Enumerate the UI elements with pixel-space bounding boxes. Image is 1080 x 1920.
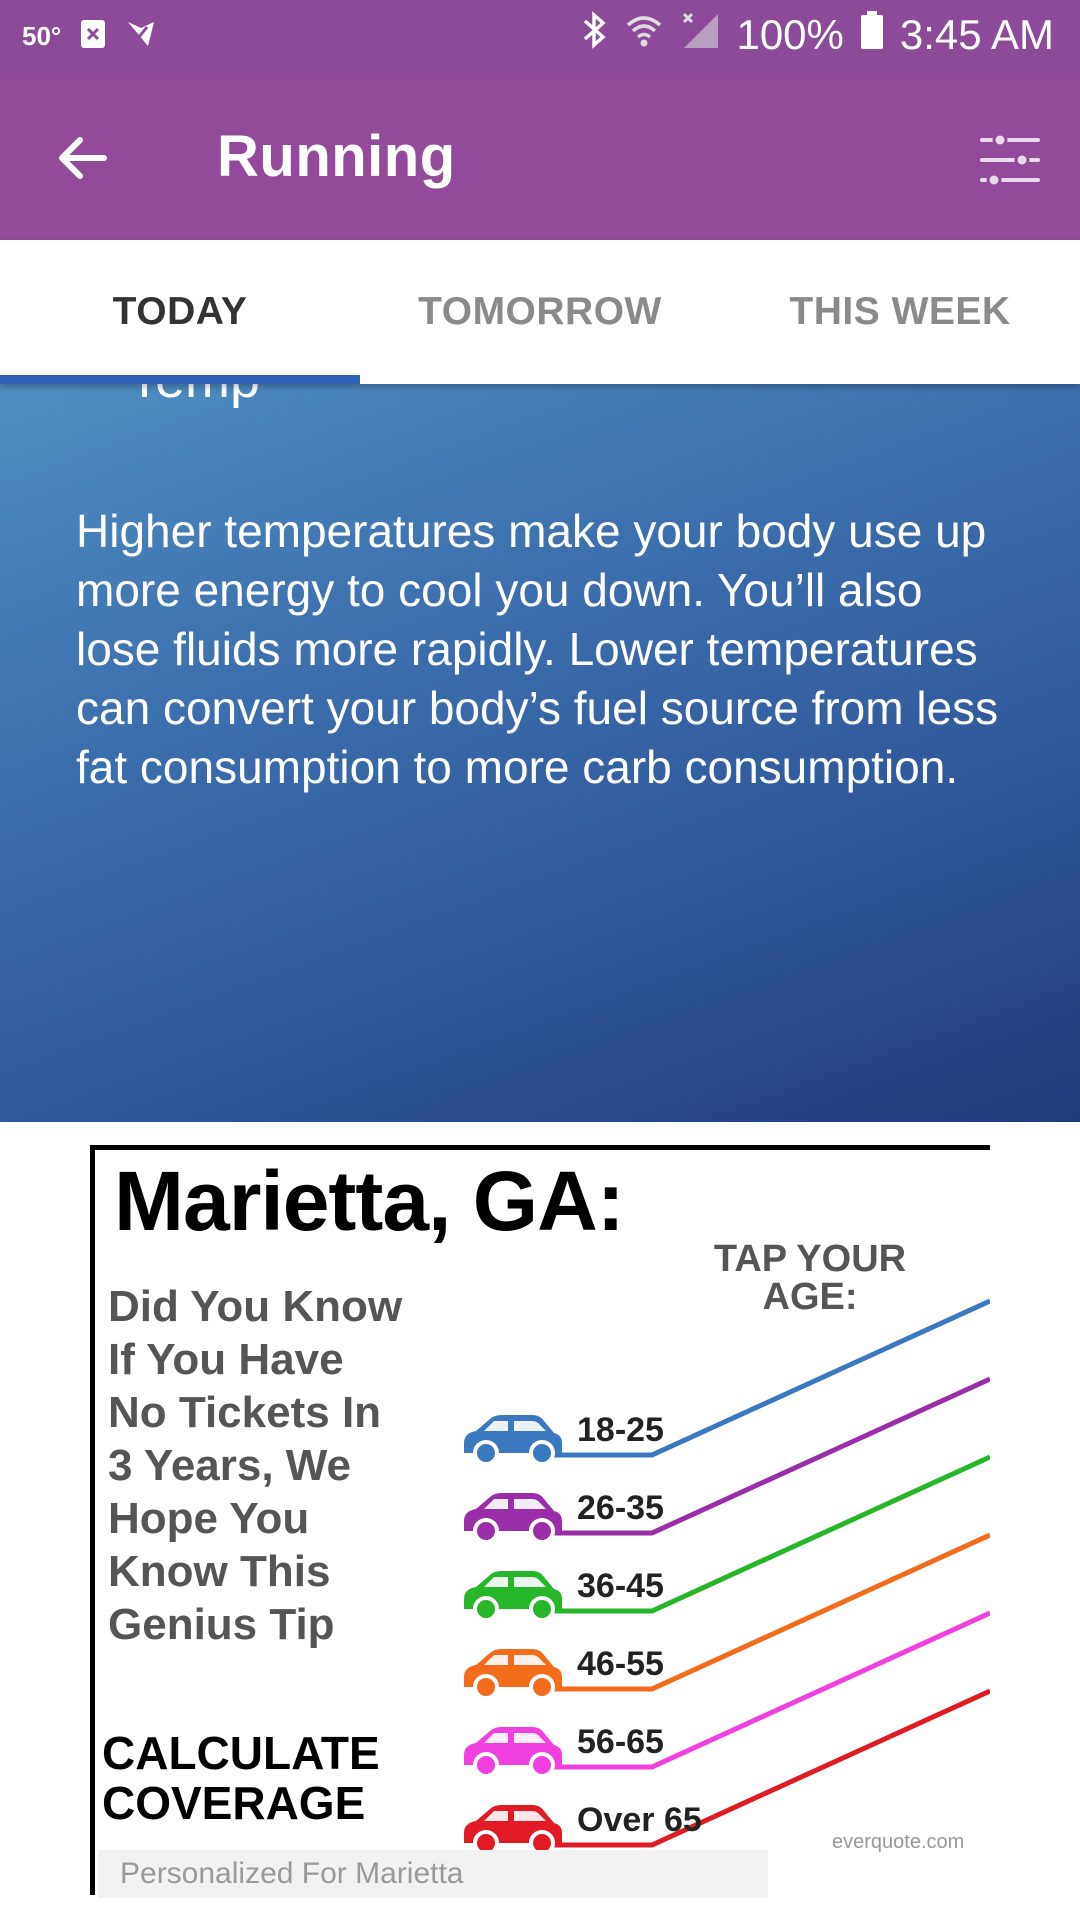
age-option-56-65[interactable]: 56-65 xyxy=(577,1723,664,1762)
battery-icon xyxy=(860,10,884,60)
cellular-signal-icon xyxy=(680,10,720,60)
age-option-36-45[interactable]: 36-45 xyxy=(577,1567,664,1606)
age-option-18-25[interactable]: 18-25 xyxy=(577,1411,664,1450)
car-icon[interactable] xyxy=(464,1727,562,1778)
wifi-icon xyxy=(624,11,664,59)
notification-check-icon xyxy=(125,18,157,55)
age-option-26-35[interactable]: 26-35 xyxy=(577,1489,664,1528)
weather-factor-card: Temp Higher temperatures make your body … xyxy=(0,384,1080,1122)
ad-personalized-footer: Personalized For Marietta xyxy=(98,1850,768,1898)
arrow-back-icon xyxy=(59,137,107,179)
status-bar: 50° 100% 3:45 AM xyxy=(0,0,1080,78)
weather-temperature: 50° xyxy=(22,21,62,51)
tab-tomorrow[interactable]: TOMORROW xyxy=(360,240,720,384)
card-heading: Temp xyxy=(128,384,260,410)
age-option-over-65[interactable]: Over 65 xyxy=(577,1801,702,1840)
car-icon[interactable] xyxy=(464,1805,562,1856)
filter-settings-button[interactable] xyxy=(978,128,1042,192)
battery-percentage: 100% xyxy=(736,11,844,58)
back-button[interactable] xyxy=(52,128,112,188)
cta-line: CALCULATE xyxy=(102,1727,380,1779)
insurance-advertisement[interactable]: Marietta, GA: TAP YOUR AGE: Did You Know… xyxy=(90,1145,990,1898)
app-bar: Running xyxy=(0,78,1080,240)
page-title: Running xyxy=(217,124,456,189)
calculate-coverage-button[interactable]: CALCULATE COVERAGE xyxy=(102,1728,422,1828)
ad-source: everquote.com xyxy=(832,1831,965,1853)
card-description: Higher temperatures make your body use u… xyxy=(76,505,999,793)
car-icon[interactable] xyxy=(464,1649,562,1700)
active-tab-indicator xyxy=(0,375,360,384)
clock: 3:45 AM xyxy=(899,11,1054,58)
tab-bar: TODAY TOMORROW THIS WEEK xyxy=(0,240,1080,384)
car-icon[interactable] xyxy=(464,1493,562,1544)
car-icon[interactable] xyxy=(464,1571,562,1622)
notification-file-icon xyxy=(79,18,107,55)
bluetooth-icon xyxy=(582,10,608,60)
tab-this-week[interactable]: THIS WEEK xyxy=(720,240,1080,384)
age-option-46-55[interactable]: 46-55 xyxy=(577,1645,664,1684)
car-icon[interactable] xyxy=(464,1415,562,1466)
tab-today[interactable]: TODAY xyxy=(0,240,360,384)
sliders-icon xyxy=(980,132,1040,188)
cta-line: COVERAGE xyxy=(102,1777,366,1829)
